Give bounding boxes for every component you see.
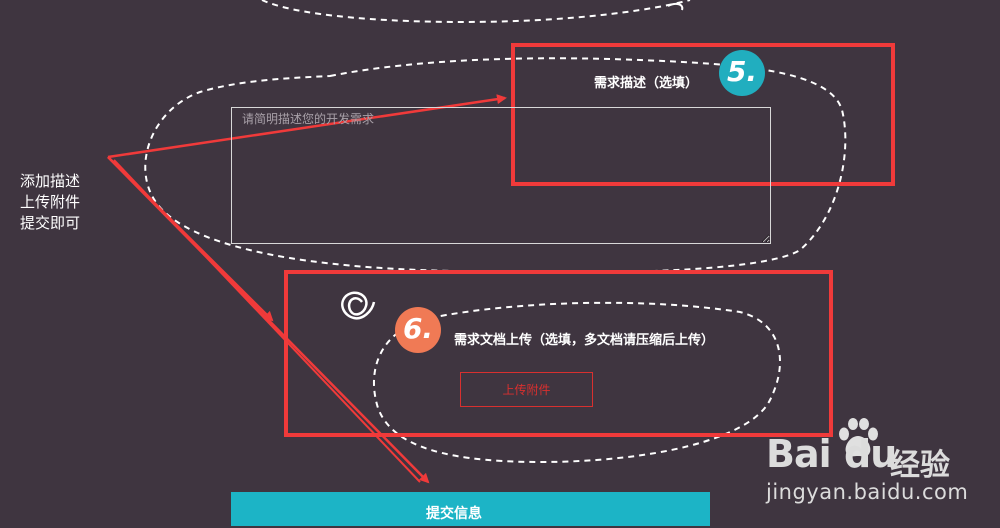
spiral-doodle <box>341 291 376 320</box>
description-label: 需求描述（选填） <box>594 76 699 91</box>
annotation-line: 提交即可 <box>20 214 81 232</box>
step-6-badge: 6. <box>395 307 441 353</box>
watermark: Bai du 经验 jingyan.baidu.com <box>760 418 990 518</box>
annotation-line: 添加描述 <box>20 172 81 190</box>
highlight-box-attachment <box>284 270 833 437</box>
annotation-note: 添加描述 上传附件 提交即可 <box>20 171 80 234</box>
watermark-brand-cn: 经验 <box>890 448 950 483</box>
step-5-badge: 5. <box>719 50 765 96</box>
description-textarea[interactable] <box>231 107 771 244</box>
watermark-brand: Bai <box>766 432 832 476</box>
upload-attachment-button[interactable]: 上传附件 <box>460 372 593 407</box>
watermark-brand-du: du <box>844 432 897 476</box>
attachment-label: 需求文档上传（选填，多文档请压缩后上传） <box>454 333 715 348</box>
squiggle-top <box>667 2 684 11</box>
annotation-line: 上传附件 <box>20 193 81 211</box>
watermark-url: jingyan.baidu.com <box>766 480 969 504</box>
submit-button[interactable]: 提交信息 <box>360 500 548 526</box>
dashed-outline-top <box>261 0 691 23</box>
